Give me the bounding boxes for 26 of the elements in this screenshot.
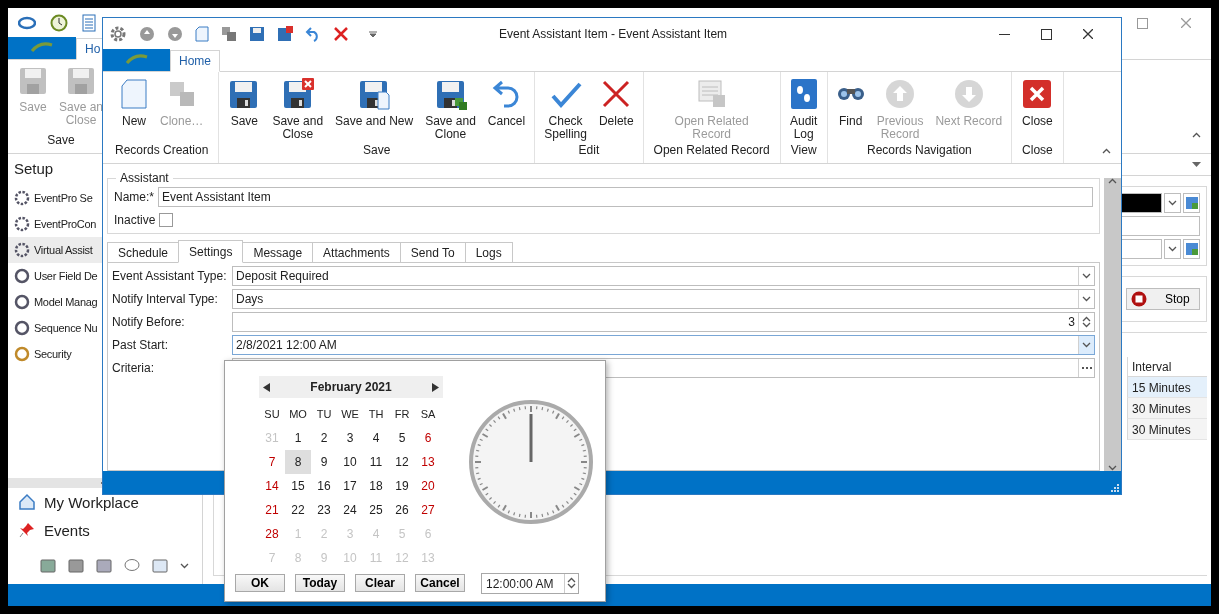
weekday-label: WE (340, 407, 360, 422)
weekday-label: TH (367, 407, 385, 422)
weekday-label: FR (393, 407, 411, 422)
group-label: Save (46, 133, 76, 149)
weekday-label: SA (419, 407, 437, 422)
weekday-label: TU (315, 407, 333, 422)
field-label: Inactive (114, 213, 156, 227)
group-label: Open Related Record (652, 143, 771, 159)
window-title: Event Assistant Item - Event Assistant Item (497, 27, 729, 41)
field-label: Criteria: (112, 361, 155, 375)
group-label: Edit (577, 143, 601, 159)
group-title: Assistant (116, 171, 173, 185)
group-label: View (789, 143, 818, 159)
group-label: Records Navigation (866, 143, 973, 159)
field-label: Notify Before: (112, 315, 186, 329)
field-label: Event Assistant Type: (112, 269, 228, 283)
group-label: Save (362, 143, 392, 159)
weekday-label: MO (288, 407, 308, 422)
weekday-label: SU (263, 407, 281, 422)
group-label: Close (1021, 143, 1054, 159)
sidebar-title: Setup (14, 160, 54, 177)
field-label: Name:* (114, 190, 154, 204)
group-label: Records Creation (114, 143, 210, 159)
field-label: Past Start: (112, 338, 170, 352)
month-title: February 2021 (310, 380, 392, 394)
field-label: Notify Interval Type: (112, 292, 219, 306)
